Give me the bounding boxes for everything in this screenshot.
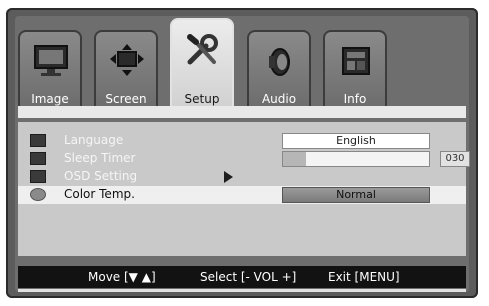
tab-audio[interactable]: Audio	[247, 30, 311, 114]
tools-icon	[187, 34, 218, 65]
tab-info-label: Info	[343, 92, 367, 106]
tab-setup[interactable]: Setup	[170, 18, 234, 114]
language-label: Language	[64, 133, 124, 147]
sleep-timer-label: Sleep Timer	[64, 151, 136, 165]
osd-panel: Image Screen Setup Audio Info Language E…	[15, 16, 470, 292]
screen-arrows-icon	[110, 44, 144, 76]
tab-image-label: Image	[31, 92, 69, 106]
sleep-timer-icon	[30, 152, 46, 165]
help-select: Select [- VOL +]	[200, 270, 297, 284]
help-exit: Exit [MENU]	[328, 270, 400, 284]
submenu-arrow-icon[interactable]	[224, 171, 233, 183]
osd-setting-label: OSD Setting	[64, 169, 138, 183]
help-bar-strip	[18, 289, 466, 292]
sleep-timer-slider[interactable]	[282, 151, 430, 167]
tab-screen[interactable]: Screen	[94, 30, 158, 114]
menu-row-sleep-timer[interactable]: Sleep Timer 030	[18, 150, 470, 168]
language-icon	[30, 134, 46, 147]
tab-screen-label: Screen	[105, 92, 147, 106]
setup-menu: Language English Sleep Timer 030 OSD Set…	[18, 122, 470, 256]
monitor-icon	[34, 45, 68, 76]
help-bar: Move [▼ ▲] Select [- VOL +] Exit [MENU]	[18, 266, 466, 292]
help-move: Move [▼ ▲]	[88, 270, 156, 284]
tab-setup-label: Setup	[184, 92, 220, 106]
color-temp-value[interactable]: Normal	[282, 187, 430, 203]
info-icon	[342, 47, 370, 75]
color-temp-label: Color Temp.	[64, 187, 135, 201]
color-temp-icon	[30, 188, 46, 201]
menu-row-language[interactable]: Language English	[18, 132, 466, 150]
speaker-icon	[269, 48, 290, 76]
tab-audio-label: Audio	[261, 92, 297, 106]
language-value[interactable]: English	[282, 133, 430, 149]
tab-divider	[18, 106, 466, 118]
osd-frame: Image Screen Setup Audio Info Language E…	[6, 8, 478, 298]
tab-info[interactable]: Info	[323, 30, 387, 114]
menu-row-osd-setting[interactable]: OSD Setting	[18, 168, 466, 186]
osd-setting-icon	[30, 170, 46, 183]
menu-row-color-temp[interactable]: Color Temp. Normal	[18, 186, 466, 204]
tab-image[interactable]: Image	[18, 30, 82, 114]
sleep-timer-value: 030	[440, 151, 470, 167]
sleep-timer-slider-fill	[283, 152, 307, 166]
